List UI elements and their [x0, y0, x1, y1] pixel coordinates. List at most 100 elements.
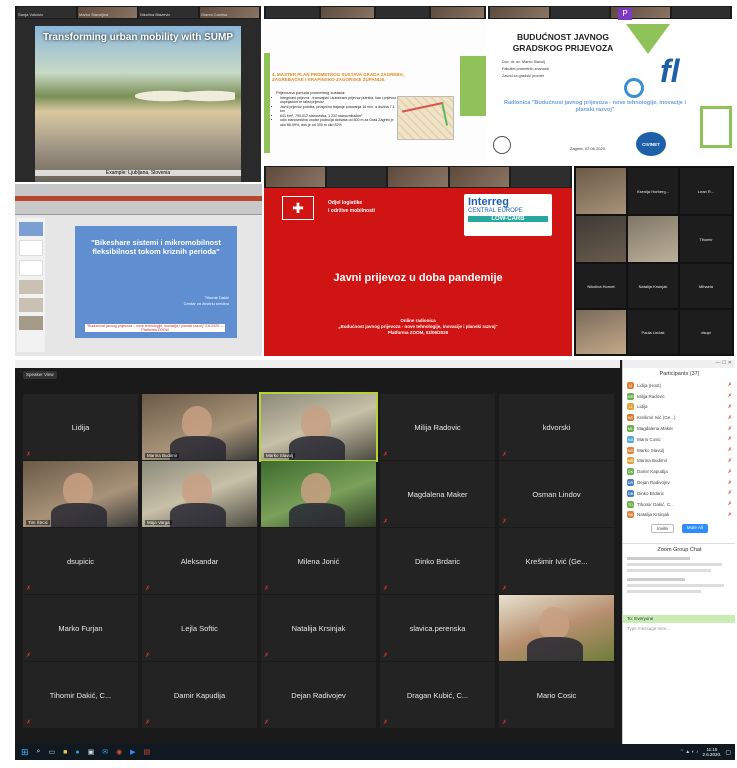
participant-row[interactable]: DR Dejan Radivojev ✗ — [623, 477, 735, 488]
chrome-icon[interactable]: ◉ — [116, 748, 122, 756]
participant-tile[interactable]: Tihomir Dakić, C... ✗ — [23, 662, 138, 728]
thumb[interactable] — [550, 7, 609, 18]
muted-mic-icon[interactable]: ✗ — [728, 415, 732, 421]
participant-video-tile[interactable] — [261, 461, 376, 527]
participant-row[interactable]: ML Magdalena Maker ✗ — [623, 423, 735, 434]
pdf-icon[interactable]: ▤ — [144, 748, 151, 756]
participant-row[interactable]: DB Dinko Brdaric ✗ — [623, 488, 735, 499]
thumb[interactable] — [266, 167, 326, 187]
video-name-label: Marko Slavulj — [264, 453, 296, 458]
ppt-thumbs — [17, 218, 45, 352]
participant-tile[interactable]: kdvorski ✗ — [499, 394, 614, 460]
participant-row[interactable]: TD Tihomir Dakić, C... ✗ — [623, 499, 735, 510]
participant-tile[interactable]: Marko Furjan ✗ — [23, 595, 138, 661]
thumb[interactable] — [327, 167, 387, 187]
muted-mic-icon[interactable]: ✗ — [728, 393, 732, 399]
participant-row[interactable]: Li Lidija ✗ — [623, 402, 735, 413]
gallery-cell[interactable]: Lean R... — [680, 168, 732, 214]
participant-tile[interactable]: slavica.perenska ✗ — [380, 595, 495, 661]
participant-tile[interactable]: Dragan Kubić, C... ✗ — [380, 662, 495, 728]
participant-video-tile[interactable]: Tim Štrcić — [23, 461, 138, 527]
muted-mic-icon[interactable]: ✗ — [728, 447, 732, 453]
chat-input[interactable]: Type message here... — [623, 623, 735, 634]
muted-mic-icon[interactable]: ✗ — [728, 501, 732, 507]
participant-tile[interactable]: Milena Jonić ✗ — [261, 528, 376, 594]
participant-tile[interactable]: Natalija Krsinjak ✗ — [261, 595, 376, 661]
thumb[interactable] — [266, 7, 319, 18]
taskview-icon[interactable]: ▭ — [48, 748, 55, 756]
participant-row[interactable]: DK Damir Kapudija ✗ — [623, 466, 735, 477]
participant-tile[interactable]: Magdalena Maker ✗ — [380, 461, 495, 527]
thumb[interactable] — [510, 167, 571, 187]
participant-tile[interactable]: Dinko Brdaric ✗ — [380, 528, 495, 594]
zoom-app-icon[interactable]: ▶ — [130, 748, 135, 756]
thumb[interactable] — [376, 7, 429, 18]
thumb[interactable] — [490, 7, 549, 18]
participant-row[interactable]: MB Marina Budimir ✗ — [623, 456, 735, 467]
participant-tile[interactable]: Damir Kapudija ✗ — [142, 662, 257, 728]
participant-video-tile[interactable]: Maja Varga — [142, 461, 257, 527]
gallery-cell[interactable] — [576, 168, 626, 214]
participant-video-tile[interactable]: Marina Budimir — [142, 394, 257, 460]
muted-mic-icon[interactable]: ✗ — [728, 404, 732, 410]
title-bar: Zoom Meeting — [15, 360, 620, 374]
muted-mic-icon[interactable]: ✗ — [728, 426, 732, 432]
participant-video-tile[interactable] — [499, 595, 614, 661]
participant-tile[interactable]: dsupicic ✗ — [23, 528, 138, 594]
notification-icon[interactable]: ▢ — [725, 749, 731, 756]
mute-all-button[interactable]: Mute All — [681, 524, 708, 534]
gallery-cell[interactable]: Mihaela — [680, 264, 732, 308]
gallery-cell[interactable] — [576, 310, 626, 354]
muted-mic-icon[interactable]: ✗ — [728, 490, 732, 496]
search-icon[interactable]: ⌕ — [37, 748, 41, 756]
explorer-icon[interactable]: ■ — [63, 749, 67, 756]
gallery-cell[interactable]: Nikolina Hornet — [576, 264, 626, 308]
thumb[interactable]: Gianni Camiso — [200, 7, 259, 18]
participant-row[interactable]: MA Mario Cosic ✗ — [623, 434, 735, 445]
participant-tile[interactable]: Osman Lindov ✗ — [499, 461, 614, 527]
thumb[interactable] — [388, 167, 448, 187]
participant-row[interactable]: LI Lidija (Host) ✗ — [623, 380, 735, 391]
clock[interactable]: 11:15 2.6.2020. — [703, 747, 722, 757]
gallery-cell[interactable]: dsupi — [680, 310, 732, 354]
participant-tile[interactable]: Lejla Softic ✗ — [142, 595, 257, 661]
gallery-cell[interactable]: Tihomir — [680, 216, 732, 262]
gallery-cell[interactable]: Paula Linčak — [628, 310, 678, 354]
participant-row[interactable]: MS Marko Slavulj ✗ — [623, 445, 735, 456]
windows-start-icon[interactable]: ⊞ — [21, 747, 29, 758]
chat-to-bar[interactable]: To: Everyone — [623, 615, 735, 624]
participant-row[interactable]: KE Krešimir Ivić (Ge...) ✗ — [623, 412, 735, 423]
participant-tile[interactable]: Milija Radovic ✗ — [380, 394, 495, 460]
participant-tile[interactable]: Mario Cosic ✗ — [499, 662, 614, 728]
edge-icon[interactable]: ● — [75, 749, 79, 756]
muted-mic-icon[interactable]: ✗ — [728, 512, 732, 518]
gallery-cell[interactable] — [576, 216, 626, 262]
thumb[interactable] — [431, 7, 484, 18]
store-icon[interactable]: ▣ — [88, 748, 95, 756]
thumb[interactable] — [671, 7, 730, 18]
muted-mic-icon[interactable]: ✗ — [728, 480, 732, 486]
participant-tile[interactable]: Aleksandar ✗ — [142, 528, 257, 594]
participant-video-tile[interactable]: Marko Slavulj — [259, 392, 378, 462]
muted-mic-icon[interactable]: ✗ — [728, 436, 732, 442]
gallery-cell[interactable]: Natalija Krsinjak — [628, 264, 678, 308]
video-name-label: Tim Štrcić — [26, 520, 50, 525]
invite-button[interactable]: Invite — [651, 524, 674, 534]
thumb[interactable]: Nikolina Blazevic — [139, 7, 198, 18]
gallery-cell[interactable] — [628, 216, 678, 262]
thumb[interactable]: Marko Slavuljica — [78, 7, 137, 18]
participant-row[interactable]: NK Natalija Krsinjak ✗ — [623, 510, 735, 521]
muted-mic-icon[interactable]: ✗ — [728, 382, 732, 388]
participant-tile[interactable]: Krešimir Ivić (Ge... ✗ — [499, 528, 614, 594]
muted-mic-icon[interactable]: ✗ — [728, 469, 732, 475]
participant-tile[interactable]: Lidija ✗ — [23, 394, 138, 460]
thumb[interactable] — [449, 167, 509, 187]
mail-icon[interactable]: ✉ — [102, 748, 108, 756]
gallery-cell[interactable]: Ksenija Horberg... — [628, 168, 678, 214]
thumb[interactable] — [321, 7, 374, 18]
speaker-view-button[interactable]: Speaker View — [23, 371, 57, 379]
muted-mic-icon[interactable]: ✗ — [728, 458, 732, 464]
participant-row[interactable]: MR Milija Radovic ✗ — [623, 391, 735, 402]
thumb[interactable]: Sanja Vukovic — [17, 7, 76, 18]
participant-tile[interactable]: Dejan Radivojev ✗ — [261, 662, 376, 728]
